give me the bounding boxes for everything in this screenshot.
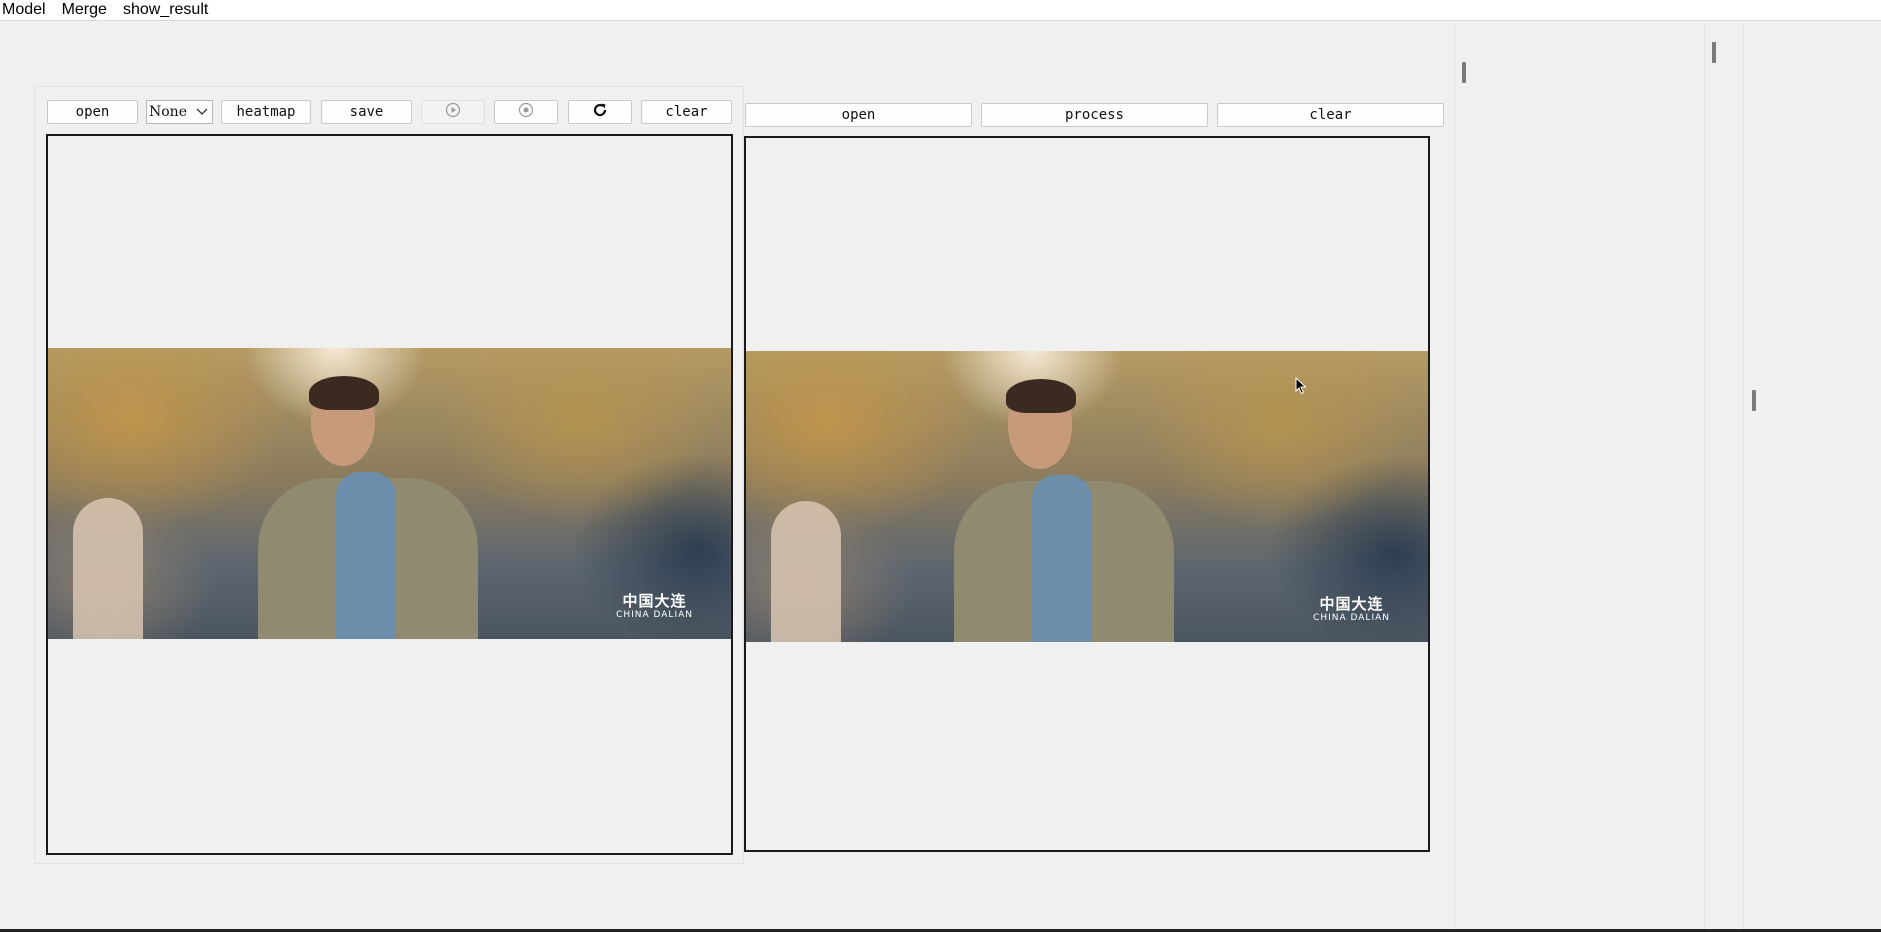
left-image-view[interactable]: 中国大连 CHINA DALIAN — [46, 134, 733, 855]
man-hair — [309, 376, 379, 410]
stop-button[interactable] — [494, 100, 558, 124]
original-image: 中国大连 CHINA DALIAN — [48, 348, 731, 639]
man-shirt — [1032, 475, 1092, 642]
splitter-3[interactable] — [1743, 20, 1744, 929]
menu-model[interactable]: Model — [0, 0, 54, 20]
splitter-2[interactable] — [1704, 20, 1705, 929]
play-button[interactable] — [421, 100, 485, 124]
watermark-cn: 中国大连 — [1319, 595, 1384, 613]
stop-icon — [518, 102, 534, 122]
image-watermark: 中国大连 CHINA DALIAN — [1313, 595, 1390, 624]
image-watermark: 中国大连 CHINA DALIAN — [616, 592, 693, 621]
mode-combobox[interactable]: None — [146, 100, 213, 124]
chevron-down-icon — [196, 105, 208, 123]
watermark-cn: 中国大连 — [622, 592, 687, 610]
right-open-button[interactable]: open — [745, 103, 972, 127]
save-button[interactable]: save — [321, 100, 412, 124]
refresh-icon — [591, 101, 609, 123]
combo-value: None — [149, 104, 187, 120]
menu-merge[interactable]: Merge — [60, 0, 115, 20]
menu-show-result[interactable]: show_result — [121, 0, 216, 20]
man-shirt — [336, 472, 396, 639]
splitter-handle[interactable] — [1462, 62, 1466, 83]
processed-image: 中国大连 CHINA DALIAN — [746, 351, 1428, 642]
menubar: Model Merge show_result — [0, 0, 1881, 21]
heatmap-button[interactable]: heatmap — [221, 100, 311, 124]
right-clear-button[interactable]: clear — [1217, 103, 1444, 127]
refresh-button[interactable] — [568, 100, 632, 124]
left-clear-button[interactable]: clear — [641, 100, 732, 124]
process-button[interactable]: process — [981, 103, 1208, 127]
left-open-button[interactable]: open — [47, 100, 138, 124]
watermark-en: CHINA DALIAN — [616, 610, 693, 620]
splitter-handle[interactable] — [1752, 390, 1756, 411]
mouse-cursor-icon — [1295, 376, 1307, 400]
man-hair — [1006, 379, 1076, 413]
splitter-1[interactable] — [1454, 20, 1455, 929]
background-figure — [73, 498, 143, 639]
background-figure — [771, 501, 841, 642]
right-image-view[interactable]: 中国大连 CHINA DALIAN — [744, 136, 1430, 852]
play-icon — [445, 102, 461, 122]
watermark-en: CHINA DALIAN — [1313, 613, 1390, 623]
splitter-handle[interactable] — [1712, 42, 1716, 63]
